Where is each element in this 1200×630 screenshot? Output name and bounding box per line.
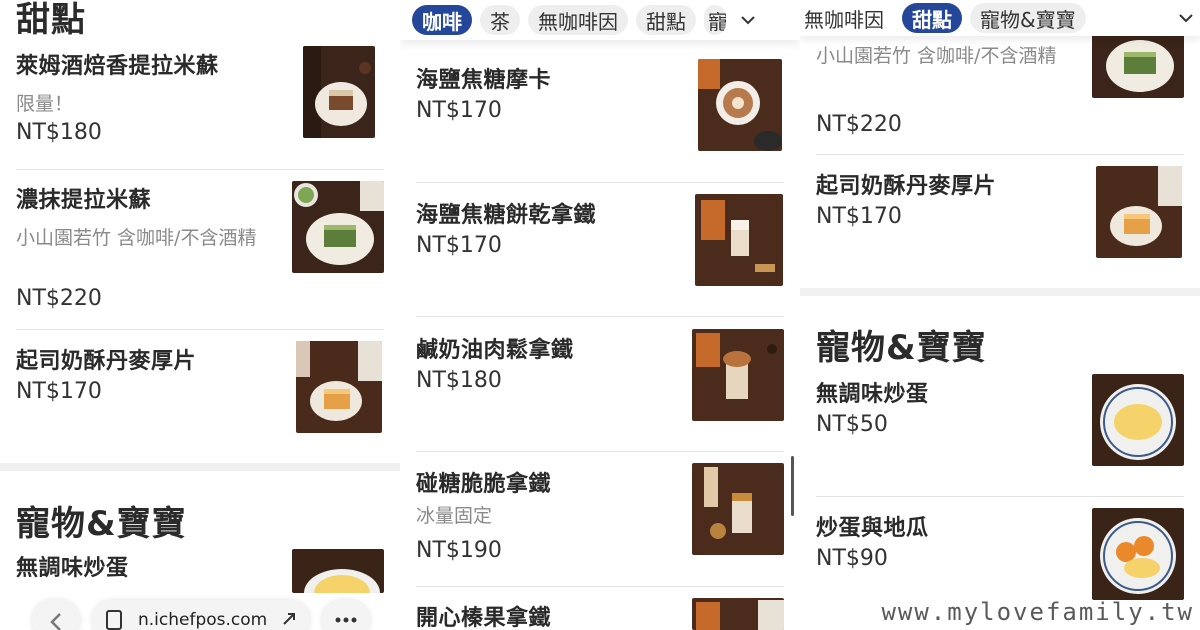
tab-dessert[interactable]: 甜點 xyxy=(902,3,962,33)
tab-decaf[interactable]: 無咖啡因 xyxy=(528,5,628,35)
menu-item-name: 起司奶酥丹麥厚片 xyxy=(816,174,997,199)
menu-item-desc: 小山園若竹 含咖啡/不含酒精 xyxy=(816,45,1057,67)
menu-item[interactable]: 碰糖脆脆拿鐵 冰量固定 NT$190 xyxy=(416,466,676,563)
menu-item[interactable]: 海鹽焦糖摩卡 NT$170 xyxy=(416,62,676,123)
section-title-pet-baby: 寵物&寶寶 xyxy=(16,504,187,544)
menu-item-name: 濃抹提拉米蘇 xyxy=(16,188,152,213)
menu-item-name: 無調味炒蛋 xyxy=(816,382,929,407)
menu-item[interactable]: 萊姆酒焙香提拉米蘇 限量！ NT$180 xyxy=(16,48,286,145)
menu-item-name: 海鹽焦糖摩卡 xyxy=(416,68,552,93)
menu-item[interactable]: 起司奶酥丹麥厚片 NT$170 xyxy=(816,168,1076,229)
menu-item-price: NT$180 xyxy=(16,120,102,145)
tabs-icon xyxy=(106,610,122,630)
menu-panel-middle: 海鹽焦糖摩卡 NT$170 海鹽焦糖餅乾拿鐵 NT$170 鹹奶油肉鬆拿鐵 NT… xyxy=(400,0,800,630)
divider xyxy=(416,451,784,452)
menu-item-name: 碰糖脆脆拿鐵 xyxy=(416,472,552,497)
divider xyxy=(816,154,1184,155)
tiramisu-photo[interactable] xyxy=(303,46,375,138)
divider xyxy=(416,316,784,317)
menu-panel-left: 甜點 萊姆酒焙香提拉米蘇 限量！ NT$180 濃抹提拉米蘇 小山園若竹 含咖啡… xyxy=(0,0,400,630)
menu-item-desc: 冰量固定 xyxy=(416,505,493,527)
danish-toast-photo[interactable] xyxy=(296,341,382,433)
danish-toast-photo[interactable] xyxy=(1096,166,1182,258)
menu-item-price: NT$170 xyxy=(16,379,102,404)
menu-item[interactable]: 濃抹提拉米蘇 小山園若竹 含咖啡/不含酒精 NT$220 xyxy=(16,182,276,311)
brulee-latte-photo[interactable] xyxy=(692,463,784,555)
scrambled-egg-photo[interactable] xyxy=(292,549,384,593)
menu-item-name: 萊姆酒焙香提拉米蘇 xyxy=(16,54,219,79)
section-title-dessert: 甜點 xyxy=(16,0,86,40)
category-expand-button[interactable] xyxy=(1172,3,1200,33)
tab-pet-baby[interactable]: 寵 xyxy=(704,5,726,35)
back-arrow-icon xyxy=(50,613,61,630)
category-tabs: 無咖啡因 甜點 寵物&寶寶 xyxy=(800,0,1200,36)
divider xyxy=(416,586,784,587)
chevron-down-icon xyxy=(741,16,755,25)
sea-salt-mocha-photo[interactable] xyxy=(698,59,782,151)
category-tabs: 咖啡 茶 無咖啡因 甜點 寵 xyxy=(400,0,800,40)
menu-item-price: NT$170 xyxy=(416,98,502,123)
divider xyxy=(816,496,1184,497)
menu-item[interactable]: 炒蛋與地瓜 NT$90 xyxy=(816,510,1076,571)
menu-item-desc: 限量！ xyxy=(16,93,74,115)
matcha-tiramisu-photo[interactable] xyxy=(1092,32,1184,98)
chevron-down-icon xyxy=(1179,14,1193,23)
divider xyxy=(16,169,384,170)
menu-item-price: NT$180 xyxy=(416,368,502,393)
menu-item-name: 海鹽焦糖餅乾拿鐵 xyxy=(416,203,597,228)
menu-item-name: 無調味炒蛋 xyxy=(16,556,129,581)
menu-item[interactable]: 小山園若竹 含咖啡/不含酒精 NT$220 xyxy=(816,40,1076,137)
menu-item-price: NT$50 xyxy=(816,412,888,437)
egg-sweet-potato-photo[interactable] xyxy=(1092,508,1184,600)
caramel-biscuit-latte-photo[interactable] xyxy=(695,194,783,286)
menu-item-name: 起司奶酥丹麥厚片 xyxy=(16,349,197,374)
menu-item-price: NT$90 xyxy=(816,546,888,571)
menu-item-name: 鹹奶油肉鬆拿鐵 xyxy=(416,338,574,363)
menu-item-name: 開心榛果拿鐵 xyxy=(416,606,552,630)
menu-item-price: NT$170 xyxy=(816,204,902,229)
more-menu-button[interactable] xyxy=(322,600,370,630)
tab-tea[interactable]: 茶 xyxy=(480,5,520,35)
pistachio-latte-photo[interactable] xyxy=(692,598,784,630)
divider xyxy=(16,329,384,330)
section-separator xyxy=(800,288,1200,296)
menu-item-price: NT$220 xyxy=(16,286,102,311)
tab-dessert[interactable]: 甜點 xyxy=(636,5,696,35)
share-icon xyxy=(283,613,295,625)
menu-item[interactable]: 海鹽焦糖餅乾拿鐵 NT$170 xyxy=(416,197,676,258)
scrambled-egg-photo[interactable] xyxy=(1092,374,1184,466)
menu-item[interactable]: 無調味炒蛋 NT$50 xyxy=(816,376,1076,437)
section-separator xyxy=(0,463,400,471)
menu-item[interactable]: 起司奶酥丹麥厚片 NT$170 xyxy=(16,343,276,404)
menu-item-price: NT$190 xyxy=(416,538,502,563)
browser-bottom-bar: n.ichefpos.com xyxy=(0,594,400,630)
menu-item-price: NT$170 xyxy=(416,233,502,258)
section-title-pet-baby: 寵物&寶寶 xyxy=(816,328,987,368)
menu-item[interactable]: 開心榛果拿鐵 xyxy=(416,600,676,630)
scrollbar-thumb[interactable] xyxy=(791,456,794,516)
divider xyxy=(416,182,784,183)
tab-pet-baby[interactable]: 寵物&寶寶 xyxy=(970,3,1086,33)
pork-floss-latte-photo[interactable] xyxy=(692,329,784,421)
more-dots-icon xyxy=(335,617,357,623)
menu-item-desc: 小山園若竹 含咖啡/不含酒精 xyxy=(16,227,257,249)
tab-decaf[interactable]: 無咖啡因 xyxy=(804,3,894,33)
menu-panel-right: 小山園若竹 含咖啡/不含酒精 NT$220 起司奶酥丹麥厚片 NT$170 寵物… xyxy=(800,0,1200,630)
menu-item-name: 炒蛋與地瓜 xyxy=(816,516,929,541)
watermark: www.mylovefamily.tw xyxy=(881,598,1194,626)
tab-coffee[interactable]: 咖啡 xyxy=(412,5,472,35)
matcha-tiramisu-photo[interactable] xyxy=(292,181,384,273)
category-expand-button[interactable] xyxy=(734,5,762,35)
back-button[interactable] xyxy=(32,600,80,630)
menu-item[interactable]: 無調味炒蛋 xyxy=(16,550,276,582)
menu-item-price: NT$220 xyxy=(816,112,902,137)
url-text: n.ichefpos.com xyxy=(138,610,268,630)
menu-item[interactable]: 鹹奶油肉鬆拿鐵 NT$180 xyxy=(416,332,676,393)
